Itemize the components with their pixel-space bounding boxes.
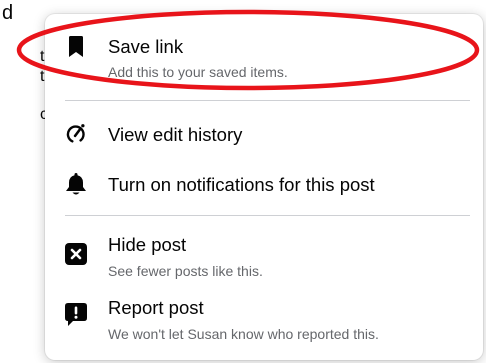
- save-link-menu-item[interactable]: Save link Add this to your saved items.: [45, 26, 483, 92]
- bookmark-icon: [65, 36, 87, 58]
- hide-post-subtitle: See fewer posts like this.: [108, 263, 263, 279]
- background-text-fragment: t: [40, 68, 45, 85]
- divider: [65, 215, 470, 216]
- background-text-fragment: t: [40, 48, 45, 65]
- turn-on-notifications-menu-item[interactable]: Turn on notifications for this post: [45, 164, 483, 204]
- post-options-menu: Save link Add this to your saved items. …: [45, 14, 483, 360]
- report-post-subtitle: We won't let Susan know who reported thi…: [108, 326, 379, 342]
- view-edit-history-menu-item[interactable]: View edit history: [45, 114, 483, 154]
- hide-icon: [65, 243, 87, 265]
- divider: [65, 100, 470, 101]
- report-post-title: Report post: [108, 297, 204, 318]
- hide-post-menu-item[interactable]: Hide post See fewer posts like this.: [45, 226, 483, 284]
- edit-history-icon: [65, 123, 87, 145]
- hide-post-title: Hide post: [108, 234, 187, 255]
- report-icon: [65, 303, 87, 326]
- background-text-fragment: d: [2, 2, 14, 24]
- view-edit-history-title: View edit history: [108, 124, 243, 145]
- save-link-title: Save link: [108, 36, 184, 57]
- save-link-subtitle: Add this to your saved items.: [108, 64, 288, 80]
- report-post-menu-item[interactable]: Report post We won't let Susan know who …: [45, 289, 483, 347]
- bell-icon: [65, 173, 87, 195]
- turn-on-notifications-title: Turn on notifications for this post: [108, 174, 375, 195]
